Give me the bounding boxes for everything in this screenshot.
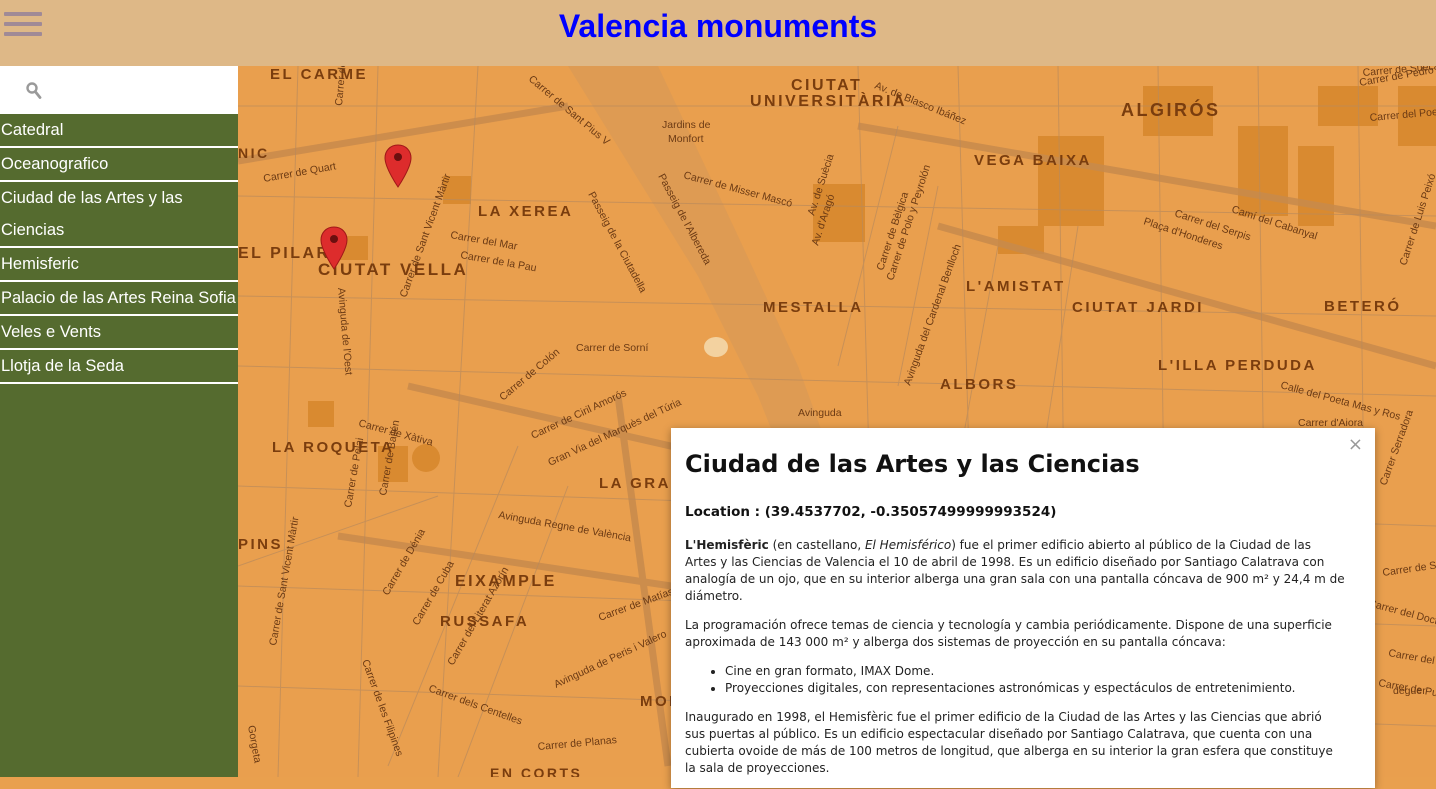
district-label: NIC bbox=[238, 145, 270, 161]
place-item-llotja-seda[interactable]: Llotja de la Seda bbox=[0, 350, 238, 384]
search-input[interactable] bbox=[48, 66, 236, 114]
info-paragraph: L'Hemisfèric (en castellano, El Hemisfér… bbox=[685, 537, 1345, 605]
district-label: LA XEREA bbox=[478, 203, 573, 220]
street-label: deguer bbox=[1393, 685, 1426, 697]
map-marker-llotja[interactable] bbox=[320, 226, 348, 270]
street-label: Carrer de Sorní bbox=[576, 342, 648, 354]
info-bullet: Proyecciones digitales, con representaci… bbox=[725, 680, 1345, 697]
info-paragraph: La programación ofrece temas de ciencia … bbox=[685, 618, 1332, 649]
district-label: L'AMISTAT bbox=[966, 278, 1066, 295]
district-label: LA ROQUETA bbox=[272, 439, 395, 456]
district-label: MESTALLA bbox=[763, 299, 864, 316]
place-list: Catedral Oceanografico Ciudad de las Art… bbox=[0, 114, 238, 384]
street-label: Jardins de bbox=[662, 119, 711, 131]
sidebar: Catedral Oceanografico Ciudad de las Art… bbox=[0, 66, 238, 777]
district-label: CIUTAT bbox=[791, 77, 862, 94]
search-icon bbox=[26, 82, 42, 99]
district-label: VEGA BAIXA bbox=[974, 152, 1092, 169]
info-description: L'Hemisfèric (en castellano, El Hemisfér… bbox=[685, 537, 1345, 789]
district-label: L'ILLA PERDUDA bbox=[1158, 357, 1317, 374]
district-label: EN CORTS bbox=[490, 765, 582, 777]
info-text: (en castellano, bbox=[768, 538, 865, 552]
place-item-ciudad-artes-ciencias[interactable]: Ciudad de las Artes y las Ciencias bbox=[0, 182, 238, 248]
place-item-palacio-artes[interactable]: Palacio de las Artes Reina Sofia bbox=[0, 282, 238, 316]
district-label: EL CARME bbox=[270, 66, 368, 83]
app-title: Valencia monuments bbox=[558, 8, 878, 44]
map-marker-catedral[interactable] bbox=[384, 144, 412, 188]
info-title: Ciudad de las Artes y las Ciencias bbox=[685, 450, 1140, 478]
info-paragraph: Inaugurado en 1998, el Hemisfèric fue el… bbox=[685, 710, 1333, 775]
place-item-veles-e-vents[interactable]: Veles e Vents bbox=[0, 316, 238, 350]
place-item-oceanografico[interactable]: Oceanografico bbox=[0, 148, 238, 182]
place-item-catedral[interactable]: Catedral bbox=[0, 114, 238, 148]
district-label: EL PILAR bbox=[238, 245, 331, 262]
info-italic-term: El Hemisférico bbox=[864, 538, 952, 552]
info-window: × Ciudad de las Artes y las Ciencias Loc… bbox=[671, 428, 1375, 788]
info-bullet: Cine en gran formato, IMAX Dome. bbox=[725, 663, 1345, 680]
info-bold-term: L'Hemisfèric bbox=[685, 538, 769, 552]
close-button[interactable]: × bbox=[1348, 434, 1363, 455]
street-label: Avinguda bbox=[798, 407, 842, 419]
info-location: Location : (39.4537702, -0.3505749999999… bbox=[685, 504, 1057, 520]
district-label: LA GRA bbox=[599, 475, 671, 492]
search-box bbox=[0, 66, 238, 114]
district-label: BETERÓ bbox=[1324, 297, 1402, 315]
street-label: Monfort bbox=[668, 133, 704, 145]
district-label: ALGIRÓS bbox=[1121, 99, 1221, 120]
place-item-hemisferic[interactable]: Hemisferic bbox=[0, 248, 238, 282]
info-bullet-list: Cine en gran formato, IMAX Dome. Proyecc… bbox=[685, 663, 1345, 697]
header-bar: Valencia monuments bbox=[0, 0, 1436, 66]
district-label: ALBORS bbox=[940, 376, 1018, 393]
district-label: PINS bbox=[238, 536, 283, 553]
district-label: CIUTAT JARDI bbox=[1072, 299, 1204, 316]
